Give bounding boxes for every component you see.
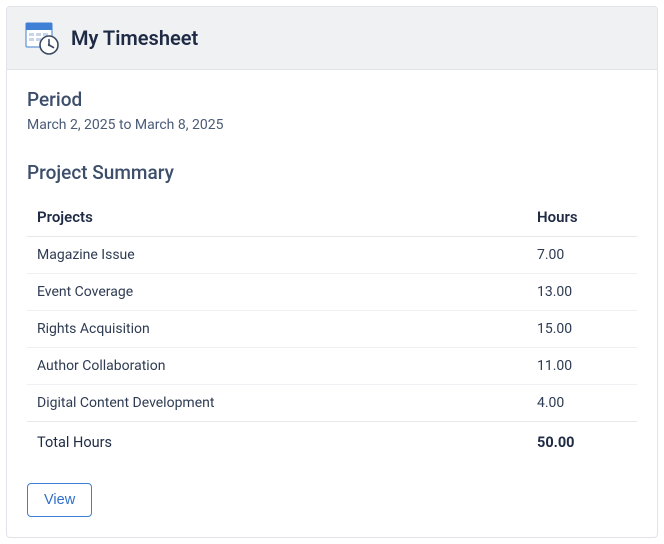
calendar-clock-icon (25, 21, 59, 55)
project-name-cell: Author Collaboration (27, 348, 527, 385)
table-row: Event Coverage 13.00 (27, 274, 637, 311)
table-row: Magazine Issue 7.00 (27, 237, 637, 274)
table-row: Author Collaboration 11.00 (27, 348, 637, 385)
period-heading: Period (27, 88, 637, 111)
card-body: Period March 2, 2025 to March 8, 2025 Pr… (7, 70, 657, 537)
project-hours-cell: 7.00 (527, 237, 637, 274)
period-range: March 2, 2025 to March 8, 2025 (27, 117, 637, 133)
card-title: My Timesheet (71, 26, 198, 50)
project-name-cell: Digital Content Development (27, 385, 527, 422)
project-hours-cell: 4.00 (527, 385, 637, 422)
col-header-hours: Hours (527, 198, 637, 237)
project-hours-cell: 13.00 (527, 274, 637, 311)
project-name-cell: Event Coverage (27, 274, 527, 311)
summary-table: Projects Hours Magazine Issue 7.00 Event… (27, 198, 637, 461)
view-button[interactable]: View (27, 483, 92, 517)
total-value-cell: 50.00 (527, 422, 637, 462)
project-hours-cell: 15.00 (527, 311, 637, 348)
col-header-projects: Projects (27, 198, 527, 237)
timesheet-card: My Timesheet Period March 2, 2025 to Mar… (6, 6, 658, 538)
table-row: Rights Acquisition 15.00 (27, 311, 637, 348)
table-row: Digital Content Development 4.00 (27, 385, 637, 422)
card-header: My Timesheet (7, 7, 657, 70)
project-name-cell: Rights Acquisition (27, 311, 527, 348)
project-hours-cell: 11.00 (527, 348, 637, 385)
summary-heading: Project Summary (27, 161, 637, 184)
project-name-cell: Magazine Issue (27, 237, 527, 274)
total-label-cell: Total Hours (27, 422, 527, 462)
table-total-row: Total Hours 50.00 (27, 422, 637, 462)
